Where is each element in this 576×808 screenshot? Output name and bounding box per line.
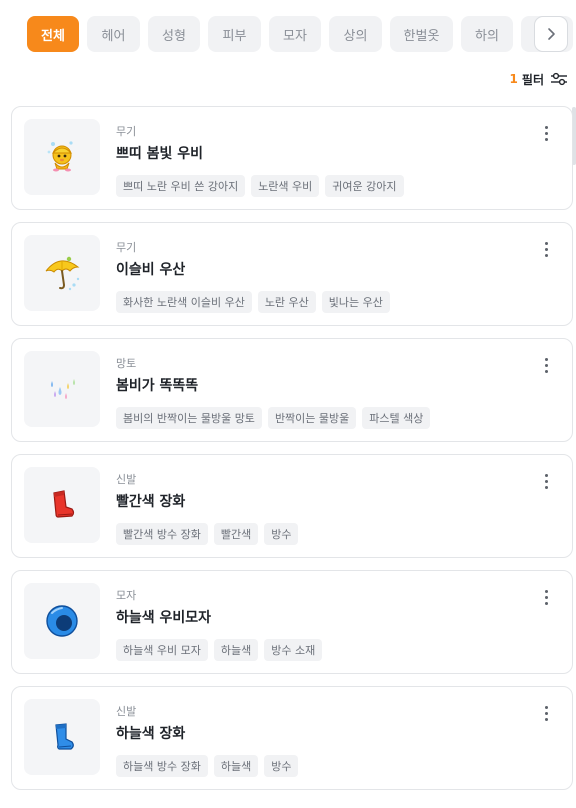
tag[interactable]: 방수 소재	[264, 639, 323, 661]
tab-all[interactable]: 전체	[27, 16, 79, 52]
category-tab-bar: 전체 헤어 성형 피부 모자 상의 한벌옷 하의	[27, 16, 576, 52]
item-card[interactable]: 무기 쁘띠 봄빛 우비 쁘띠 노란 우비 쓴 강아지 노란색 우비 귀여운 강아…	[11, 106, 573, 210]
item-thumbnail	[24, 699, 100, 775]
tag[interactable]: 하늘색	[213, 755, 259, 777]
tag[interactable]: 방수	[264, 523, 299, 545]
filter-count: 1	[509, 72, 518, 86]
more-options-icon[interactable]	[538, 587, 554, 607]
blue-boots-icon	[55, 723, 74, 750]
tag[interactable]: 봄비의 반짝이는 물방울 망토	[116, 407, 262, 429]
item-category: 무기	[116, 125, 137, 138]
tag-list: 빨간색 방수 장화 빨간색 방수	[116, 523, 299, 545]
more-options-icon[interactable]	[538, 123, 554, 143]
item-card[interactable]: 무기 이슬비 우산 화사한 노란색 이슬비 우산 노란 우산 빛나는 우산	[11, 222, 573, 326]
item-card[interactable]: 신발 빨간색 장화 빨간색 방수 장화 빨간색 방수	[11, 454, 573, 558]
item-category: 무기	[116, 241, 137, 254]
item-thumbnail	[24, 235, 100, 311]
tag-list: 화사한 노란색 이슬비 우산 노란 우산 빛나는 우산	[116, 291, 390, 313]
tab-overall[interactable]: 한벌옷	[390, 16, 453, 52]
tag[interactable]: 노란 우산	[257, 291, 316, 313]
item-thumbnail	[24, 583, 100, 659]
yellow-umbrella-icon	[45, 256, 80, 291]
more-options-icon[interactable]	[538, 703, 554, 723]
more-options-icon[interactable]	[538, 355, 554, 375]
tag[interactable]: 귀여운 강아지	[325, 175, 404, 197]
raindrops-cape-icon	[51, 379, 75, 399]
item-title: 이슬비 우산	[116, 262, 186, 278]
tab-skin[interactable]: 피부	[208, 16, 261, 52]
item-title: 쁘띠 봄빛 우비	[116, 146, 204, 162]
item-title: 봄비가 똑똑똑	[116, 378, 199, 394]
tag[interactable]: 파스텔 색상	[362, 407, 431, 429]
tag[interactable]: 빛나는 우산	[321, 291, 390, 313]
item-category: 신발	[116, 705, 137, 718]
item-thumbnail	[24, 119, 100, 195]
more-options-icon[interactable]	[538, 239, 554, 259]
tag[interactable]: 반짝이는 물방울	[267, 407, 357, 429]
item-card[interactable]: 신발 하늘색 장화 하늘색 방수 장화 하늘색 방수	[11, 686, 573, 790]
tag[interactable]: 하늘색 방수 장화	[116, 755, 208, 777]
tag-list: 하늘색 우비 모자 하늘색 방수 소재	[116, 639, 323, 661]
tag-list: 하늘색 방수 장화 하늘색 방수	[116, 755, 299, 777]
tag[interactable]: 쁘띠 노란 우비 쓴 강아지	[116, 175, 246, 197]
item-category: 신발	[116, 473, 137, 486]
item-title: 하늘색 우비모자	[116, 610, 212, 626]
tab-bottom[interactable]: 하의	[461, 16, 513, 52]
item-card[interactable]: 망토 봄비가 똑똑똑 봄비의 반짝이는 물방울 망토 반짝이는 물방울 파스텔 …	[11, 338, 573, 442]
tag-list: 쁘띠 노란 우비 쓴 강아지 노란색 우비 귀여운 강아지	[116, 175, 404, 197]
tag[interactable]: 빨간색	[213, 523, 259, 545]
tag[interactable]: 노란색 우비	[251, 175, 320, 197]
item-card[interactable]: 모자 하늘색 우비모자 하늘색 우비 모자 하늘색 방수 소재	[11, 570, 573, 674]
filter-label: 필터	[521, 72, 544, 87]
red-boots-icon	[53, 490, 75, 518]
item-title: 빨간색 장화	[116, 494, 186, 510]
item-thumbnail	[24, 467, 100, 543]
tag-list: 봄비의 반짝이는 물방울 망토 반짝이는 물방울 파스텔 색상	[116, 407, 431, 429]
item-category: 망토	[116, 357, 137, 370]
tag[interactable]: 하늘색 우비 모자	[116, 639, 208, 661]
tag[interactable]: 화사한 노란색 이슬비 우산	[116, 291, 252, 313]
tab-scroll-next-button[interactable]	[534, 16, 568, 52]
tab-top[interactable]: 상의	[329, 16, 382, 52]
chevron-right-icon	[548, 28, 555, 40]
yellow-raincoat-chick-icon	[47, 141, 73, 172]
item-thumbnail	[24, 351, 100, 427]
tag[interactable]: 하늘색	[213, 639, 259, 661]
tag[interactable]: 빨간색 방수 장화	[116, 523, 208, 545]
sliders-icon	[550, 71, 568, 87]
item-title: 하늘색 장화	[116, 726, 186, 742]
item-category: 모자	[116, 589, 137, 602]
tab-hair[interactable]: 헤어	[87, 16, 140, 52]
more-options-icon[interactable]	[538, 471, 554, 491]
tag[interactable]: 방수	[264, 755, 299, 777]
tab-face[interactable]: 성형	[148, 16, 200, 52]
blue-rain-hat-icon	[46, 605, 78, 637]
tab-hat[interactable]: 모자	[269, 16, 321, 52]
filter-button[interactable]: 1 필터	[510, 70, 568, 88]
